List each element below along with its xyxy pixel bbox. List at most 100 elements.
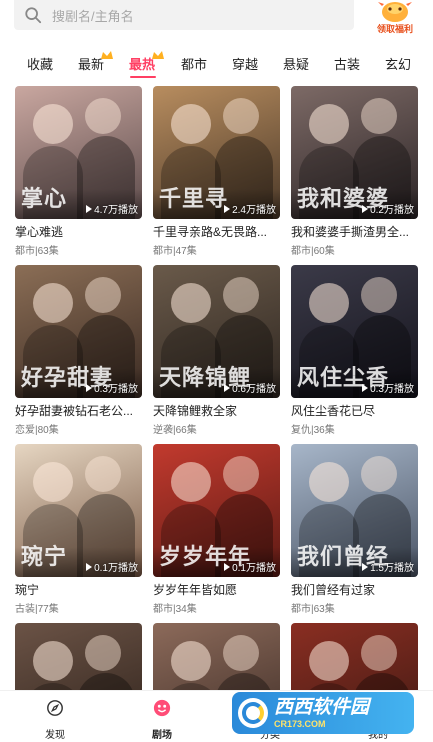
- drama-card[interactable]: 好孕甜妻 0.3万播放 好孕甜妻被钻石老公... 恋爱|80集: [15, 265, 142, 436]
- drama-meta: 都市|63集: [15, 246, 59, 257]
- drama-cover[interactable]: 好孕甜妻 0.3万播放: [15, 265, 142, 398]
- play-count-text: 0.2万播放: [370, 205, 414, 216]
- play-icon: [224, 204, 231, 213]
- cover-figure: [309, 462, 349, 502]
- category-tabs: 收藏 最新 最热 都市 穿越 悬疑 古装 玄幻: [0, 48, 433, 80]
- tab-urban[interactable]: 都市: [181, 54, 207, 73]
- drama-title[interactable]: 风住尘香花已尽: [291, 402, 418, 419]
- search-icon: [25, 7, 42, 24]
- cover-figure: [33, 104, 73, 144]
- play-count-text: 0.3万播放: [94, 384, 138, 395]
- play-icon: [86, 562, 93, 571]
- welfare-label: 领取福利: [376, 24, 413, 34]
- drama-title[interactable]: 琬宁: [15, 581, 142, 598]
- active-tab-indicator: [130, 76, 156, 78]
- drama-cover[interactable]: 风住尘香 0.3万播放: [291, 265, 418, 398]
- cover-figure: [361, 635, 397, 671]
- welfare-button[interactable]: 领取福利: [370, 0, 420, 36]
- drama-card[interactable]: 风住尘香 0.3万播放风住尘香花已尽复仇|36集: [291, 265, 418, 436]
- drama-card[interactable]: 琬宁 0.1万播放琬宁古装|77集: [15, 444, 142, 615]
- play-icon: [86, 204, 93, 213]
- search-placeholder: 搜剧名/主角名: [52, 8, 134, 24]
- drama-card[interactable]: 掌心 4.7万播放掌心难逃都市|63集: [15, 86, 142, 257]
- drama-card[interactable]: 我和婆婆 0.2万播放 我和婆婆手撕渣男全... 都市|60集: [291, 86, 418, 257]
- drama-title[interactable]: 我和婆婆手撕渣男全...: [291, 223, 418, 240]
- drama-title[interactable]: 好孕甜妻被钻石老公...: [15, 402, 142, 419]
- drama-meta: 复仇|36集: [291, 425, 335, 436]
- cover-figure: [309, 104, 349, 144]
- cover-figure: [309, 641, 349, 681]
- watermark-logo-icon: [238, 698, 268, 728]
- drama-cover[interactable]: 岁岁年年 0.1万播放: [153, 444, 280, 577]
- tab-favorites[interactable]: 收藏: [27, 54, 53, 73]
- drama-cover[interactable]: 我和婆婆 0.2万播放: [291, 86, 418, 219]
- drama-title[interactable]: 岁岁年年皆如愿: [153, 581, 280, 598]
- cover-figure: [171, 283, 211, 323]
- tab-time-travel[interactable]: 穿越: [232, 54, 258, 73]
- nav-theater[interactable]: 剧场: [132, 699, 192, 741]
- cover-figure: [85, 456, 121, 492]
- cover-figure: [361, 456, 397, 492]
- play-icon: [362, 204, 369, 213]
- play-count-text: 0.6万播放: [232, 384, 276, 395]
- drama-card[interactable]: 千里寻 2.4万播放千里寻亲路&无畏路... 都市|47集: [153, 86, 280, 257]
- play-icon: [362, 383, 369, 392]
- play-count-text: 4.7万播放: [94, 205, 138, 216]
- drama-cover[interactable]: 我们曾经 1.5万播放: [291, 444, 418, 577]
- cover-figure: [361, 98, 397, 134]
- drama-cover[interactable]: 千里寻 2.4万播放: [153, 86, 280, 219]
- site-watermark: 西西软件园 CR173.COM: [232, 692, 414, 734]
- cover-figure: [85, 98, 121, 134]
- watermark-text: 西西软件园: [274, 696, 370, 718]
- cover-figure: [33, 462, 73, 502]
- drama-cover[interactable]: 琬宁 0.1万播放: [15, 444, 142, 577]
- play-count-text: 1.5万播放: [370, 563, 414, 574]
- play-icon: [224, 562, 231, 571]
- drama-meta: 都市|63集: [291, 604, 335, 615]
- drama-meta: 都市|34集: [153, 604, 197, 615]
- cover-figure: [33, 283, 73, 323]
- drama-title[interactable]: 天降锦鲤救全家: [153, 402, 280, 419]
- cover-figure: [171, 104, 211, 144]
- play-count: 0.2万播放: [362, 201, 414, 216]
- nav-label: 发现: [45, 730, 65, 741]
- search-input[interactable]: 搜剧名/主角名: [14, 0, 354, 30]
- cover-figure: [171, 641, 211, 681]
- cover-figure: [85, 635, 121, 671]
- play-count-text: 0.1万播放: [232, 563, 276, 574]
- drama-card[interactable]: 我们曾经 1.5万播放我们曾经有过家都市|63集: [291, 444, 418, 615]
- play-count: 1.5万播放: [362, 559, 414, 574]
- drama-meta: 古装|77集: [15, 604, 59, 615]
- play-count: 2.4万播放: [224, 201, 276, 216]
- drama-title[interactable]: 千里寻亲路&无畏路...: [153, 223, 280, 240]
- drama-meta: 逆袭|66集: [153, 425, 197, 436]
- play-icon: [224, 383, 231, 392]
- nav-discover[interactable]: 发现: [25, 699, 85, 741]
- tab-mystery[interactable]: 悬疑: [283, 54, 309, 73]
- drama-card[interactable]: 天降锦鲤 0.6万播放天降锦鲤救全家逆袭|66集: [153, 265, 280, 436]
- theater-icon: [153, 699, 171, 717]
- tab-costume[interactable]: 古装: [334, 54, 360, 73]
- cover-figure: [85, 277, 121, 313]
- badge-icon: [101, 51, 113, 59]
- cover-figure: [171, 462, 211, 502]
- play-count: 0.1万播放: [224, 559, 276, 574]
- drama-card[interactable]: 岁岁年年 0.1万播放岁岁年年皆如愿都市|34集: [153, 444, 280, 615]
- cover-title-art: 掌心: [21, 186, 68, 212]
- drama-cover[interactable]: 天降锦鲤 0.6万播放: [153, 265, 280, 398]
- play-count: 0.6万播放: [224, 380, 276, 395]
- cover-figure: [361, 277, 397, 313]
- drama-title[interactable]: 掌心难逃: [15, 223, 142, 240]
- cover-figure: [223, 98, 259, 134]
- cover-figure: [309, 283, 349, 323]
- play-count: 0.3万播放: [362, 380, 414, 395]
- cover-figure: [223, 635, 259, 671]
- drama-title[interactable]: 我们曾经有过家: [291, 581, 418, 598]
- tab-fantasy[interactable]: 玄幻: [385, 54, 411, 73]
- drama-cover[interactable]: 掌心 4.7万播放: [15, 86, 142, 219]
- play-count: 0.1万播放: [86, 559, 138, 574]
- play-icon: [86, 383, 93, 392]
- watermark-subtext: CR173.COM: [274, 718, 326, 729]
- play-count: 0.3万播放: [86, 380, 138, 395]
- drama-meta: 都市|47集: [153, 246, 197, 257]
